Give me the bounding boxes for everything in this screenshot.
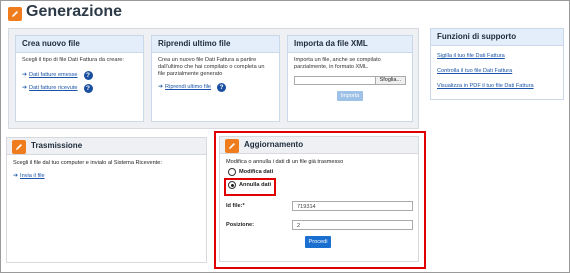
file-id-label: Id file:*: [226, 203, 245, 209]
received-invoices-link[interactable]: Dati fatture ricevute: [29, 85, 78, 92]
import-button[interactable]: Importa: [337, 91, 363, 101]
support-functions-title: Funzioni di supporto: [431, 29, 563, 46]
generation-options-area: Crea nuovo file Scegli il tipo di file D…: [8, 28, 419, 129]
resume-last-file-description: Crea un nuovo file Dati Fattura a partir…: [158, 57, 265, 77]
cancel-data-option[interactable]: Annulla dati: [228, 181, 271, 189]
page-title: Generazione: [26, 3, 123, 20]
browse-button[interactable]: Sfoglia...: [375, 76, 406, 85]
modify-data-label: Modifica dati: [239, 169, 274, 175]
help-icon[interactable]: ?: [83, 71, 93, 80]
cancel-data-label: Annulla dati: [239, 182, 272, 188]
help-icon[interactable]: ?: [83, 84, 93, 93]
import-xml-title: Importa da file XML: [288, 36, 412, 53]
pencil-icon: [8, 7, 22, 21]
arrow-right-icon: ➔: [13, 173, 19, 179]
radio-button-selected[interactable]: [228, 181, 236, 189]
arrow-right-icon: ➔: [22, 85, 28, 91]
create-new-file-description: Scegli il tipo di file Dati Fattura da c…: [22, 57, 124, 63]
file-path-input[interactable]: [294, 76, 376, 85]
update-title: Aggiornamento: [244, 140, 304, 149]
position-label: Posizione:: [226, 222, 254, 228]
radio-button[interactable]: [228, 168, 236, 176]
update-description: Modifica o annulla i dati di un file già…: [226, 159, 344, 165]
arrow-right-icon: ➔: [22, 72, 28, 78]
pencil-icon: [12, 140, 26, 154]
seal-file-link[interactable]: Sigilla il tuo file Dati Fattura: [437, 53, 557, 60]
modify-data-option[interactable]: Modifica dati: [228, 168, 273, 176]
create-new-file-panel: Crea nuovo file Scegli il tipo di file D…: [15, 35, 144, 122]
position-input[interactable]: 2: [292, 220, 413, 230]
import-xml-panel: Importa da file XML Importa un file, anc…: [287, 35, 413, 122]
help-icon[interactable]: ?: [217, 83, 227, 92]
issued-invoices-link[interactable]: Dati fatture emesse: [29, 72, 78, 79]
view-pdf-link[interactable]: Visualizza in PDF il tuo file Dati Fattu…: [437, 83, 557, 90]
import-xml-description: Importa un file, anche se compilato parz…: [294, 57, 381, 70]
file-id-input[interactable]: 719314: [292, 201, 413, 211]
resume-last-file-link[interactable]: Riprendi ultimo file: [165, 84, 211, 91]
arrow-right-icon: ➔: [158, 84, 164, 90]
create-new-file-title: Crea nuovo file: [16, 36, 143, 53]
support-functions-panel: Funzioni di supporto Sigilla il tuo file…: [430, 28, 564, 100]
proceed-button[interactable]: Procedi: [305, 236, 331, 248]
check-file-link[interactable]: Controlla il tuo file Dati Fattura: [437, 68, 557, 75]
send-file-link[interactable]: Invia il file: [20, 173, 45, 180]
transmission-section: Trasmissione Scegli il file dal tuo comp…: [6, 137, 207, 263]
pencil-icon: [225, 139, 239, 153]
transmission-description: Scegli il file dal tuo computer e invial…: [13, 160, 162, 166]
transmission-title: Trasmissione: [31, 141, 83, 150]
resume-last-file-panel: Riprendi ultimo file Crea un nuovo file …: [151, 35, 280, 122]
resume-last-file-title: Riprendi ultimo file: [152, 36, 279, 53]
